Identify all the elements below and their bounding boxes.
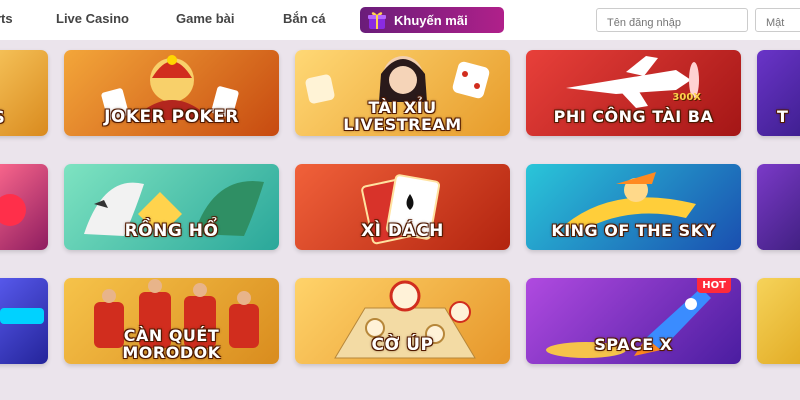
- game-tile-rong-ho[interactable]: RỒNG HỔ: [64, 164, 279, 250]
- nav-item-sports[interactable]: rts: [0, 11, 13, 26]
- game-title: XÌ DÁCH: [361, 221, 444, 241]
- hot-badge: HOT: [697, 278, 731, 293]
- game-tile-partial-6[interactable]: [757, 278, 800, 364]
- game-tile-partial-5[interactable]: [0, 278, 48, 364]
- game-tile-space-x[interactable]: HOT SPACE X: [526, 278, 741, 364]
- username-input[interactable]: [596, 8, 748, 32]
- gift-icon: [368, 12, 386, 29]
- game-tile-partial-3[interactable]: [0, 164, 48, 250]
- top-nav: rts Live Casino Game bài Bắn cá Khuyến m…: [0, 0, 800, 40]
- game-title: S: [0, 109, 48, 127]
- nav-item-game-bai[interactable]: Game bài: [176, 11, 235, 26]
- game-tile-king-of-the-sky[interactable]: KING OF THE SKY: [526, 164, 741, 250]
- game-tile-can-quet[interactable]: CÀN QUÉT MORODOK: [64, 278, 279, 364]
- ball-art: [0, 194, 26, 226]
- game-title: KING OF THE SKY: [551, 221, 716, 240]
- game-title-line2: LIVESTREAM: [343, 115, 462, 134]
- game-tile-phi-cong[interactable]: 300X PHI CÔNG TÀI BA: [526, 50, 741, 136]
- game-tile-co-up[interactable]: CỜ ÚP: [295, 278, 510, 364]
- game-title: RỒNG HỔ: [124, 221, 219, 241]
- game-title: SPACE X: [594, 335, 673, 354]
- game-title: JOKER POKER: [104, 107, 239, 127]
- multiplier-badge: 300X: [672, 92, 701, 103]
- promo-label: Khuyến mãi: [394, 12, 468, 28]
- game-tile-joker-poker[interactable]: JOKER POKER: [64, 50, 279, 136]
- game-tile-tai-xiu[interactable]: TÀI XỈU LIVESTREAM: [295, 50, 510, 136]
- promo-button[interactable]: Khuyến mãi: [360, 7, 504, 33]
- game-tile-partial-1[interactable]: S: [0, 50, 48, 136]
- car-art: [0, 308, 44, 324]
- game-tile-xi-dach[interactable]: XÌ DÁCH: [295, 164, 510, 250]
- game-tile-partial-4[interactable]: [757, 164, 800, 250]
- game-title: T: [777, 107, 789, 126]
- password-input[interactable]: [755, 8, 800, 32]
- game-title: CỜ ÚP: [371, 335, 434, 355]
- nav-item-live-casino[interactable]: Live Casino: [56, 11, 129, 26]
- nav-item-ban-ca[interactable]: Bắn cá: [283, 11, 326, 26]
- game-title: PHI CÔNG TÀI BA: [553, 107, 714, 126]
- game-tile-partial-2[interactable]: T: [757, 50, 800, 136]
- game-title-line2: MORODOK: [122, 343, 221, 362]
